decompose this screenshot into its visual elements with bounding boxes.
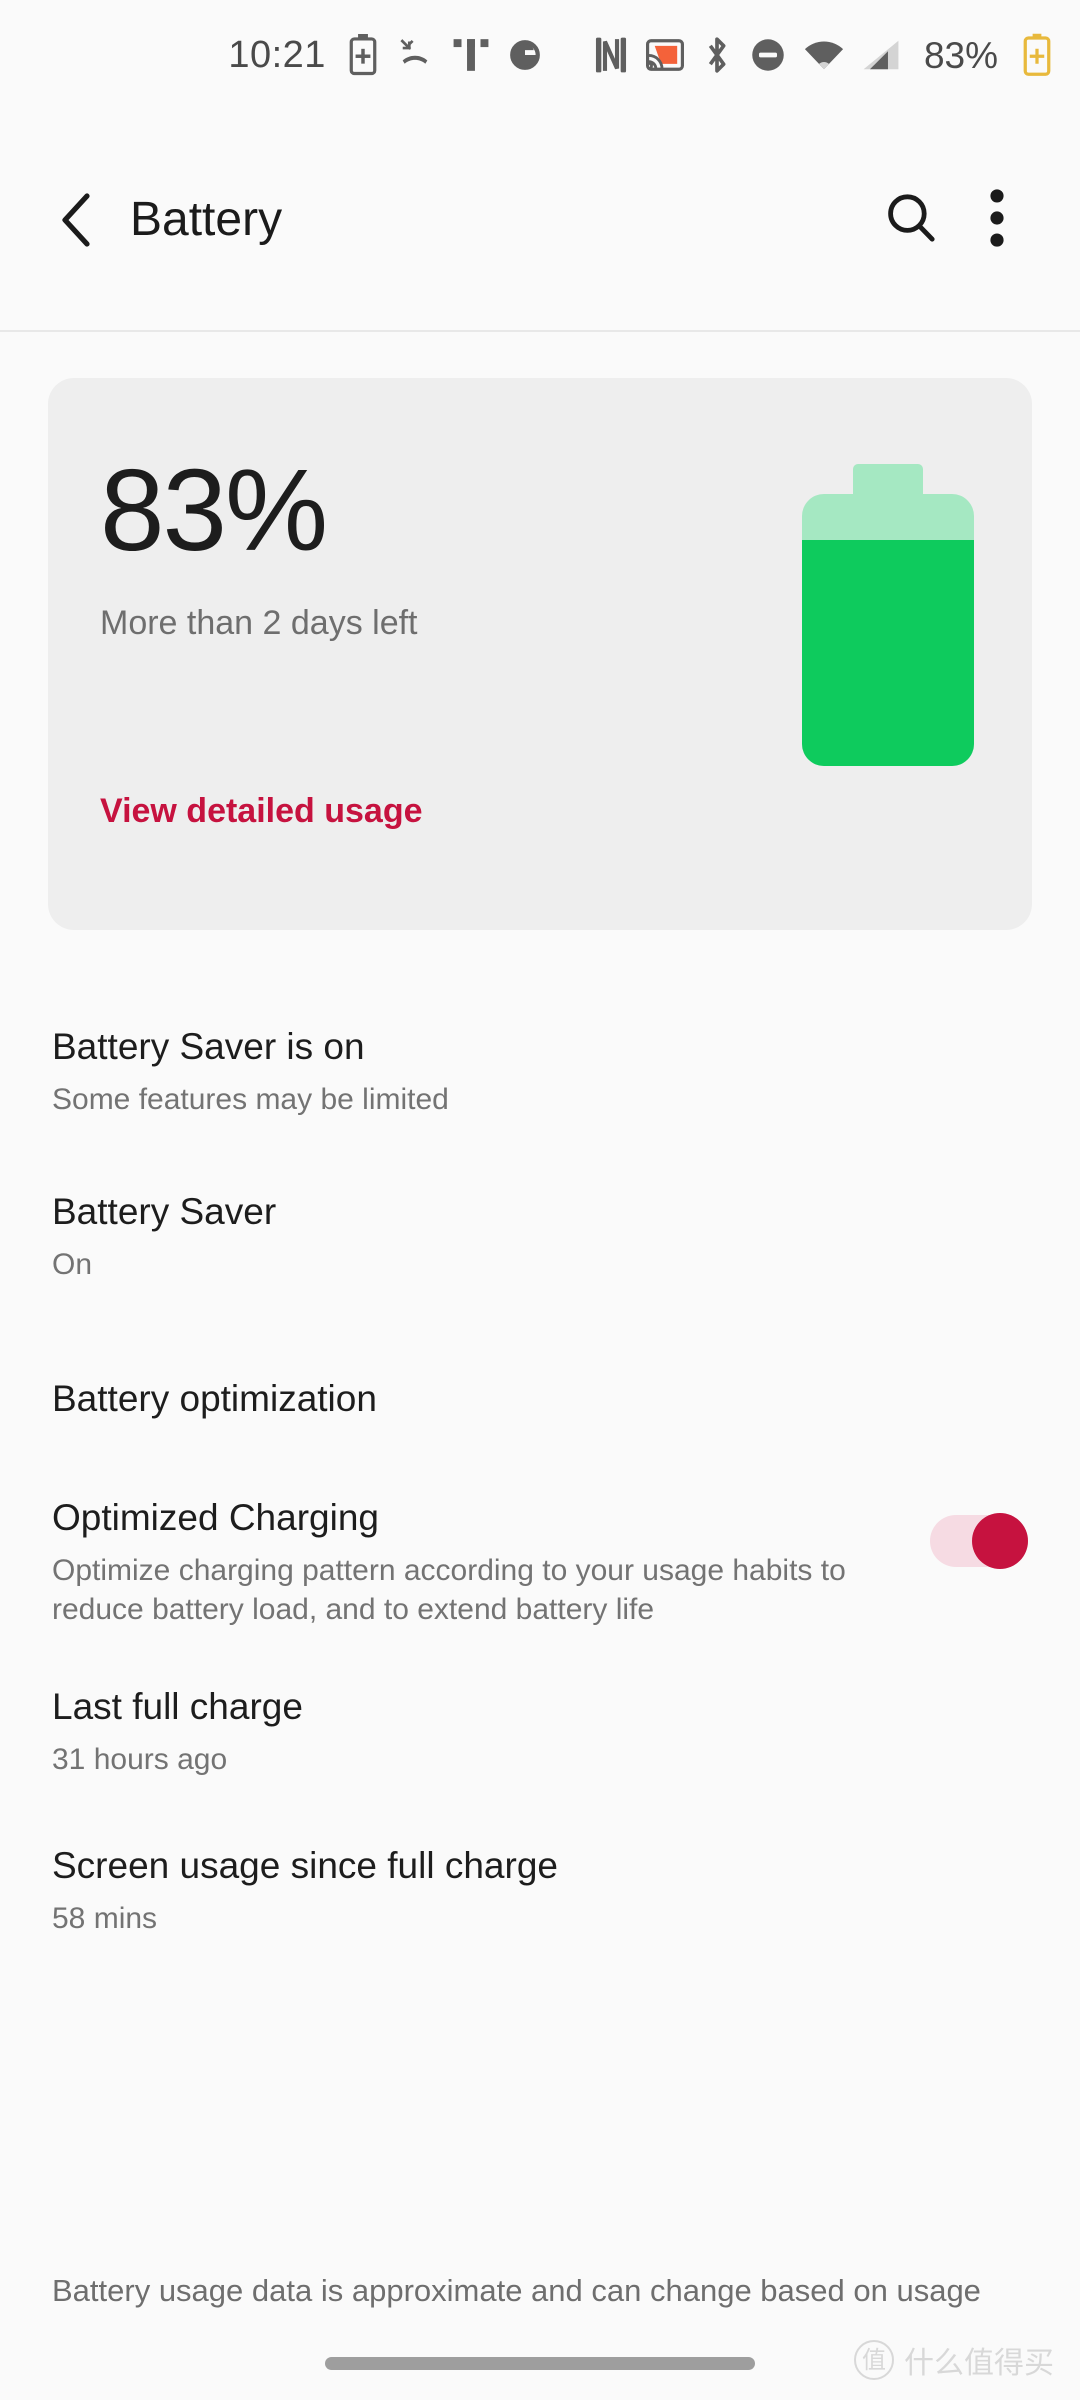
pref-summary: 31 hours ago: [52, 1742, 228, 1776]
pref-title: Last full charge: [52, 1686, 303, 1728]
missed-call-icon: [396, 36, 434, 74]
pref-title: Battery Saver: [52, 1191, 277, 1233]
pref-summary: 58 mins: [52, 1901, 158, 1935]
t-mobile-icon: [452, 37, 490, 73]
status-bar-battery-percent: 83%: [923, 34, 998, 76]
pref-title: Battery Saver is on: [52, 1026, 365, 1067]
battery-graphic-body: [802, 494, 974, 766]
pref-summary: Some features may be limited: [52, 1082, 449, 1116]
section-header-battery-optimization: Battery optimization: [52, 1378, 377, 1420]
more-options-button[interactable]: [954, 177, 1040, 263]
toggle-thumb: [972, 1513, 1028, 1570]
do-not-disturb-icon: [750, 37, 786, 73]
gesture-navigation-bar[interactable]: [325, 2357, 755, 2370]
battery-saver-icon: [348, 34, 378, 76]
nfc-icon: [594, 36, 628, 74]
pref-optimized-charging[interactable]: Optimized Charging Optimize charging pat…: [0, 1497, 1080, 1630]
pref-title: Screen usage since full charge: [52, 1845, 558, 1887]
search-icon: [883, 190, 939, 251]
battery-level-icon: [1022, 33, 1052, 77]
pref-battery-saver-status[interactable]: Battery Saver is on Some features may be…: [0, 1026, 1080, 1119]
battery-summary-card[interactable]: 83% More than 2 days left View detailed …: [48, 378, 1032, 930]
cellular-signal-icon: [862, 39, 900, 71]
pref-last-full-charge[interactable]: Last full charge 31 hours ago: [0, 1686, 1080, 1779]
watermark-text: 什么值得买: [904, 2346, 1054, 2381]
status-bar: 10:21 83%: [0, 0, 1080, 110]
watermark: 值 什么值得买: [854, 2338, 1054, 2382]
pref-summary: On: [52, 1247, 93, 1281]
google-icon: [508, 38, 542, 72]
status-bar-clock: 10:21: [228, 34, 326, 76]
page-title: Battery: [130, 193, 283, 246]
status-bar-icons: 83%: [348, 33, 1052, 77]
optimized-charging-toggle[interactable]: [930, 1513, 1028, 1570]
battery-graphic-fill: [802, 540, 974, 766]
watermark-badge-icon: 值: [854, 2340, 894, 2380]
pref-title: Optimized Charging: [52, 1497, 379, 1539]
wifi-icon: [804, 39, 844, 71]
pref-summary: Optimize charging pattern according to y…: [52, 1553, 846, 1627]
battery-usage-disclaimer: Battery usage data is approximate and ca…: [52, 2273, 981, 2308]
overflow-menu-icon: [987, 187, 1007, 254]
app-bar: Battery: [0, 110, 1080, 332]
battery-settings-content: 83% More than 2 days left View detailed …: [0, 378, 1080, 1938]
view-detailed-usage-link[interactable]: View detailed usage: [100, 794, 423, 828]
pref-screen-usage[interactable]: Screen usage since full charge 58 mins: [0, 1845, 1080, 1938]
search-button[interactable]: [868, 177, 954, 263]
bluetooth-icon: [702, 35, 732, 75]
back-button[interactable]: [46, 189, 108, 251]
cast-icon: [645, 39, 684, 71]
pref-battery-saver[interactable]: Battery Saver On: [0, 1191, 1080, 1284]
battery-graphic-icon: [802, 464, 974, 766]
